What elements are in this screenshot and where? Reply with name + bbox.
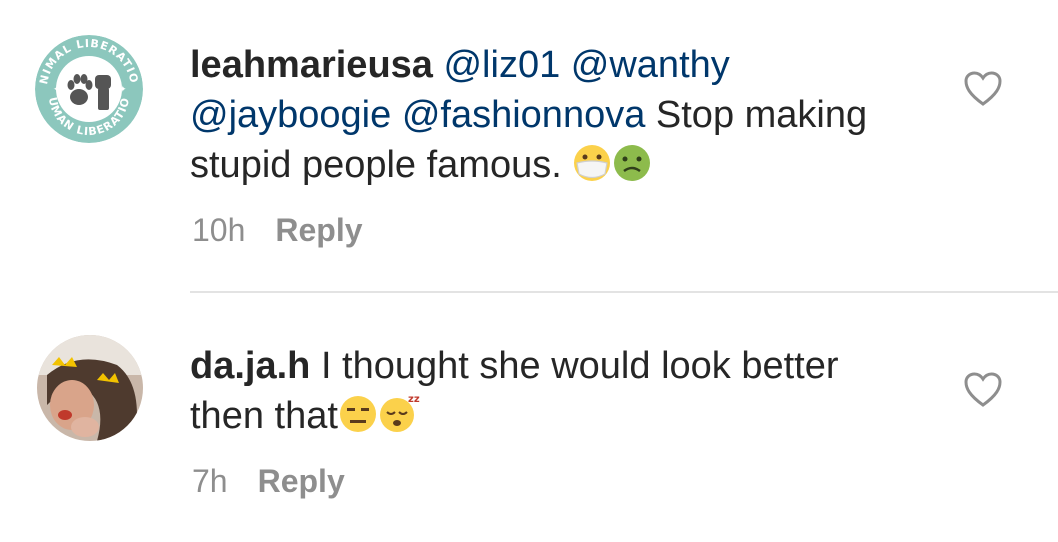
svg-text:zz: zz bbox=[408, 394, 420, 405]
svg-text:✦: ✦ bbox=[53, 84, 61, 94]
animal-liberation-logo: ANIMAL LIBERATION HUMAN LIBERATION ✦ ✦ bbox=[35, 35, 143, 143]
comment-time: 7h bbox=[192, 463, 228, 499]
heart-outline-icon[interactable] bbox=[963, 70, 1003, 108]
mention-link[interactable]: @jayboogie bbox=[190, 94, 391, 136]
comment-body: da.ja.h I thought she would look better … bbox=[190, 341, 910, 447]
comment-item: da.ja.h I thought she would look better … bbox=[0, 293, 1058, 542]
sleeping-face-emoji: zz bbox=[378, 392, 422, 447]
comment-item: ANIMAL LIBERATION HUMAN LIBERATION ✦ ✦ bbox=[0, 0, 1058, 291]
avatar[interactable] bbox=[37, 335, 143, 441]
avatar[interactable]: ANIMAL LIBERATION HUMAN LIBERATION ✦ ✦ bbox=[35, 35, 143, 143]
comment-username[interactable]: leahmarieusa bbox=[190, 44, 433, 86]
nauseated-face-emoji bbox=[612, 143, 652, 196]
reply-button[interactable]: Reply bbox=[258, 463, 345, 499]
expressionless-face-emoji bbox=[338, 394, 378, 447]
reply-button[interactable]: Reply bbox=[275, 212, 362, 248]
mask-face-emoji bbox=[572, 143, 612, 196]
heart-outline-icon[interactable] bbox=[963, 371, 1003, 409]
comment-time: 10h bbox=[192, 212, 246, 248]
mention-link[interactable]: @wanthy bbox=[571, 44, 730, 86]
svg-text:✦: ✦ bbox=[119, 84, 127, 94]
comment-meta: 7h Reply bbox=[192, 461, 345, 501]
comment-meta: 10h Reply bbox=[192, 210, 363, 250]
mention-link[interactable]: @fashionnova bbox=[402, 94, 646, 136]
comment-username[interactable]: da.ja.h bbox=[190, 345, 310, 387]
avatar-photo bbox=[37, 335, 143, 441]
mention-link[interactable]: @liz01 bbox=[443, 44, 560, 86]
comment-body: leahmarieusa @liz01 @wanthy @jayboogie @… bbox=[190, 40, 870, 196]
